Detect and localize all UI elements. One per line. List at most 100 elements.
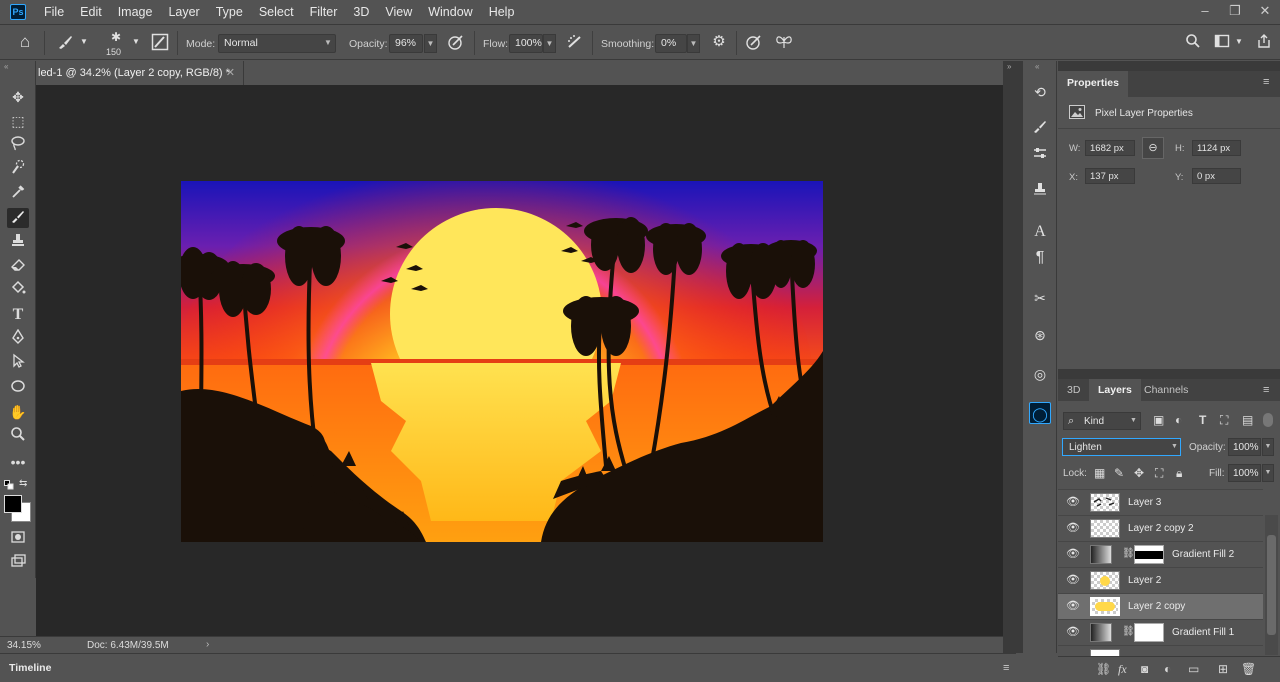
add-mask-icon[interactable]: ◙ bbox=[1141, 662, 1148, 676]
width-input[interactable]: 1682 px bbox=[1085, 140, 1135, 156]
menu-select[interactable]: Select bbox=[251, 0, 302, 24]
artwork-canvas[interactable] bbox=[169, 151, 823, 611]
filter-adjustment-icon[interactable]: ◐ bbox=[1175, 413, 1182, 427]
opacity-input[interactable]: 96% bbox=[389, 34, 423, 53]
document-info[interactable]: Doc: 6.43M/39.5M bbox=[87, 640, 169, 651]
layer-filter-select[interactable]: ⌕ Kind ▼ bbox=[1063, 412, 1141, 430]
hand-tool-icon[interactable]: ✋ bbox=[7, 402, 29, 422]
adjustments-icon[interactable] bbox=[1029, 145, 1051, 167]
expand-panels-icon[interactable]: » bbox=[1007, 62, 1011, 71]
lock-artboard-icon[interactable]: ⛶ bbox=[1155, 466, 1163, 481]
collapse-strip-icon[interactable]: « bbox=[1035, 62, 1039, 71]
link-icon[interactable]: ⛓ bbox=[1122, 548, 1135, 559]
chevron-down-icon[interactable]: ▼ bbox=[78, 33, 90, 51]
panel-menu-icon[interactable]: ≡ bbox=[1263, 384, 1269, 396]
lasso-tool-icon[interactable] bbox=[7, 135, 29, 155]
lock-all-icon[interactable]: 🔒︎ bbox=[1176, 466, 1182, 481]
collapse-toolbar-icon[interactable]: « bbox=[4, 62, 8, 71]
history-icon[interactable]: ⟲ bbox=[1029, 81, 1051, 103]
search-icon[interactable] bbox=[1183, 33, 1203, 54]
properties-tab[interactable]: Properties bbox=[1058, 71, 1128, 97]
layer-row-selected[interactable]: 👁︎ Layer 2 copy bbox=[1058, 593, 1263, 619]
new-layer-icon[interactable]: ⊞ bbox=[1218, 662, 1228, 676]
menu-filter[interactable]: Filter bbox=[302, 0, 346, 24]
fill-input[interactable]: 100% bbox=[1228, 464, 1261, 482]
filter-pixel-icon[interactable]: ▣ bbox=[1153, 413, 1164, 427]
brush-tool-icon[interactable] bbox=[7, 208, 29, 228]
swap-colors-icon[interactable]: ⇆ bbox=[19, 478, 27, 489]
brush-settings-icon[interactable] bbox=[1029, 118, 1051, 140]
menu-edit[interactable]: Edit bbox=[72, 0, 110, 24]
quick-mask-icon[interactable] bbox=[7, 529, 29, 549]
filter-smart-object-icon[interactable]: ▤ bbox=[1242, 413, 1253, 427]
path-selection-tool-icon[interactable] bbox=[7, 353, 29, 373]
menu-image[interactable]: Image bbox=[110, 0, 161, 24]
pressure-opacity-icon[interactable] bbox=[446, 33, 466, 56]
ellipse-tool-icon[interactable] bbox=[7, 378, 29, 398]
zoom-tool-icon[interactable] bbox=[7, 426, 29, 446]
character-icon[interactable]: A bbox=[1029, 221, 1051, 243]
visibility-eye-icon[interactable]: 👁︎ bbox=[1066, 495, 1080, 508]
minimize-button[interactable]: – bbox=[1190, 0, 1220, 24]
pressure-size-icon[interactable] bbox=[744, 33, 764, 56]
new-group-icon[interactable]: ▭ bbox=[1188, 662, 1199, 676]
chevron-down-icon[interactable]: ▼ bbox=[1234, 33, 1244, 51]
eyedropper-tool-icon[interactable] bbox=[7, 183, 29, 203]
mode-select[interactable]: Normal bbox=[218, 34, 336, 53]
layer-row[interactable]: 👁︎ ⛓ Gradient Fill 1 bbox=[1058, 619, 1263, 645]
default-colors-icon[interactable] bbox=[4, 480, 14, 490]
symmetry-butterfly-icon[interactable] bbox=[774, 33, 794, 56]
layer-row-partial[interactable] bbox=[1058, 645, 1263, 656]
tab-channels[interactable]: Channels bbox=[1135, 379, 1197, 401]
fx-icon[interactable]: fx bbox=[1118, 662, 1127, 677]
menu-window[interactable]: Window bbox=[420, 0, 480, 24]
chevron-down-icon[interactable]: ▼ bbox=[130, 33, 142, 51]
layer-row[interactable]: 👁︎ Layer 2 bbox=[1058, 567, 1263, 593]
menu-3d[interactable]: 3D bbox=[345, 0, 377, 24]
type-tool-icon[interactable]: T bbox=[7, 305, 29, 325]
menu-layer[interactable]: Layer bbox=[160, 0, 207, 24]
properties-icon[interactable]: ⊛ bbox=[1029, 324, 1051, 346]
gear-icon[interactable]: ⚙ bbox=[709, 33, 729, 51]
more-tools-icon[interactable]: ••• bbox=[7, 452, 29, 472]
menu-type[interactable]: Type bbox=[208, 0, 251, 24]
visibility-eye-icon[interactable]: 👁︎ bbox=[1066, 573, 1080, 586]
new-adjustment-icon[interactable]: ◐ bbox=[1164, 662, 1171, 676]
scrollbar-thumb[interactable] bbox=[1267, 535, 1276, 635]
layer-row[interactable]: 👁︎ ⛓ Gradient Fill 2 bbox=[1058, 541, 1263, 567]
layer-row[interactable]: 👁︎ Layer 2 copy 2 bbox=[1058, 515, 1263, 541]
layer-opacity-input[interactable]: 100% bbox=[1228, 438, 1261, 456]
visibility-eye-icon[interactable]: 👁︎ bbox=[1066, 521, 1080, 534]
share-icon[interactable] bbox=[1254, 33, 1274, 54]
menu-file[interactable]: File bbox=[36, 0, 72, 24]
screen-mode-icon[interactable] bbox=[7, 553, 29, 573]
brush-size-icon[interactable]: ✱ bbox=[104, 28, 128, 46]
trash-icon[interactable]: 🗑︎ bbox=[1241, 662, 1256, 676]
lock-position-icon[interactable]: ✥ bbox=[1134, 466, 1144, 480]
smoothing-dropdown[interactable]: ▼ bbox=[687, 34, 700, 53]
flow-dropdown[interactable]: ▼ bbox=[543, 34, 556, 53]
eraser-tool-icon[interactable] bbox=[7, 256, 29, 276]
panel-menu-icon[interactable]: ≡ bbox=[1263, 76, 1269, 88]
brush-tool-preset-icon[interactable] bbox=[54, 33, 76, 56]
timeline-tab[interactable]: Timeline bbox=[9, 662, 51, 674]
opacity-dropdown[interactable]: ▼ bbox=[424, 34, 437, 53]
chevron-right-icon[interactable]: › bbox=[206, 639, 209, 650]
paragraph-icon[interactable]: ¶ bbox=[1029, 247, 1051, 269]
visibility-eye-icon[interactable]: 👁︎ bbox=[1066, 547, 1080, 560]
home-icon[interactable]: ⌂ bbox=[14, 33, 36, 51]
close-button[interactable]: ✕ bbox=[1250, 0, 1280, 24]
paint-bucket-tool-icon[interactable] bbox=[7, 280, 29, 300]
height-input[interactable]: 1124 px bbox=[1192, 140, 1241, 156]
foreground-color-swatch[interactable] bbox=[4, 495, 22, 513]
libraries-icon[interactable]: ◎ bbox=[1029, 363, 1051, 385]
move-tool-icon[interactable]: ✥ bbox=[7, 87, 29, 107]
layer-mask-thumbnail[interactable] bbox=[1134, 623, 1164, 642]
lock-transparent-icon[interactable]: ▦ bbox=[1094, 466, 1105, 480]
link-icon[interactable]: ⊖ bbox=[1142, 137, 1164, 159]
brush-settings-panel-icon[interactable] bbox=[150, 33, 170, 56]
workspace-icon[interactable] bbox=[1212, 33, 1232, 54]
marquee-tool-icon[interactable]: ⬚ bbox=[7, 111, 29, 131]
layer-opacity-dropdown[interactable]: ▼ bbox=[1262, 438, 1274, 456]
menu-view[interactable]: View bbox=[377, 0, 420, 24]
